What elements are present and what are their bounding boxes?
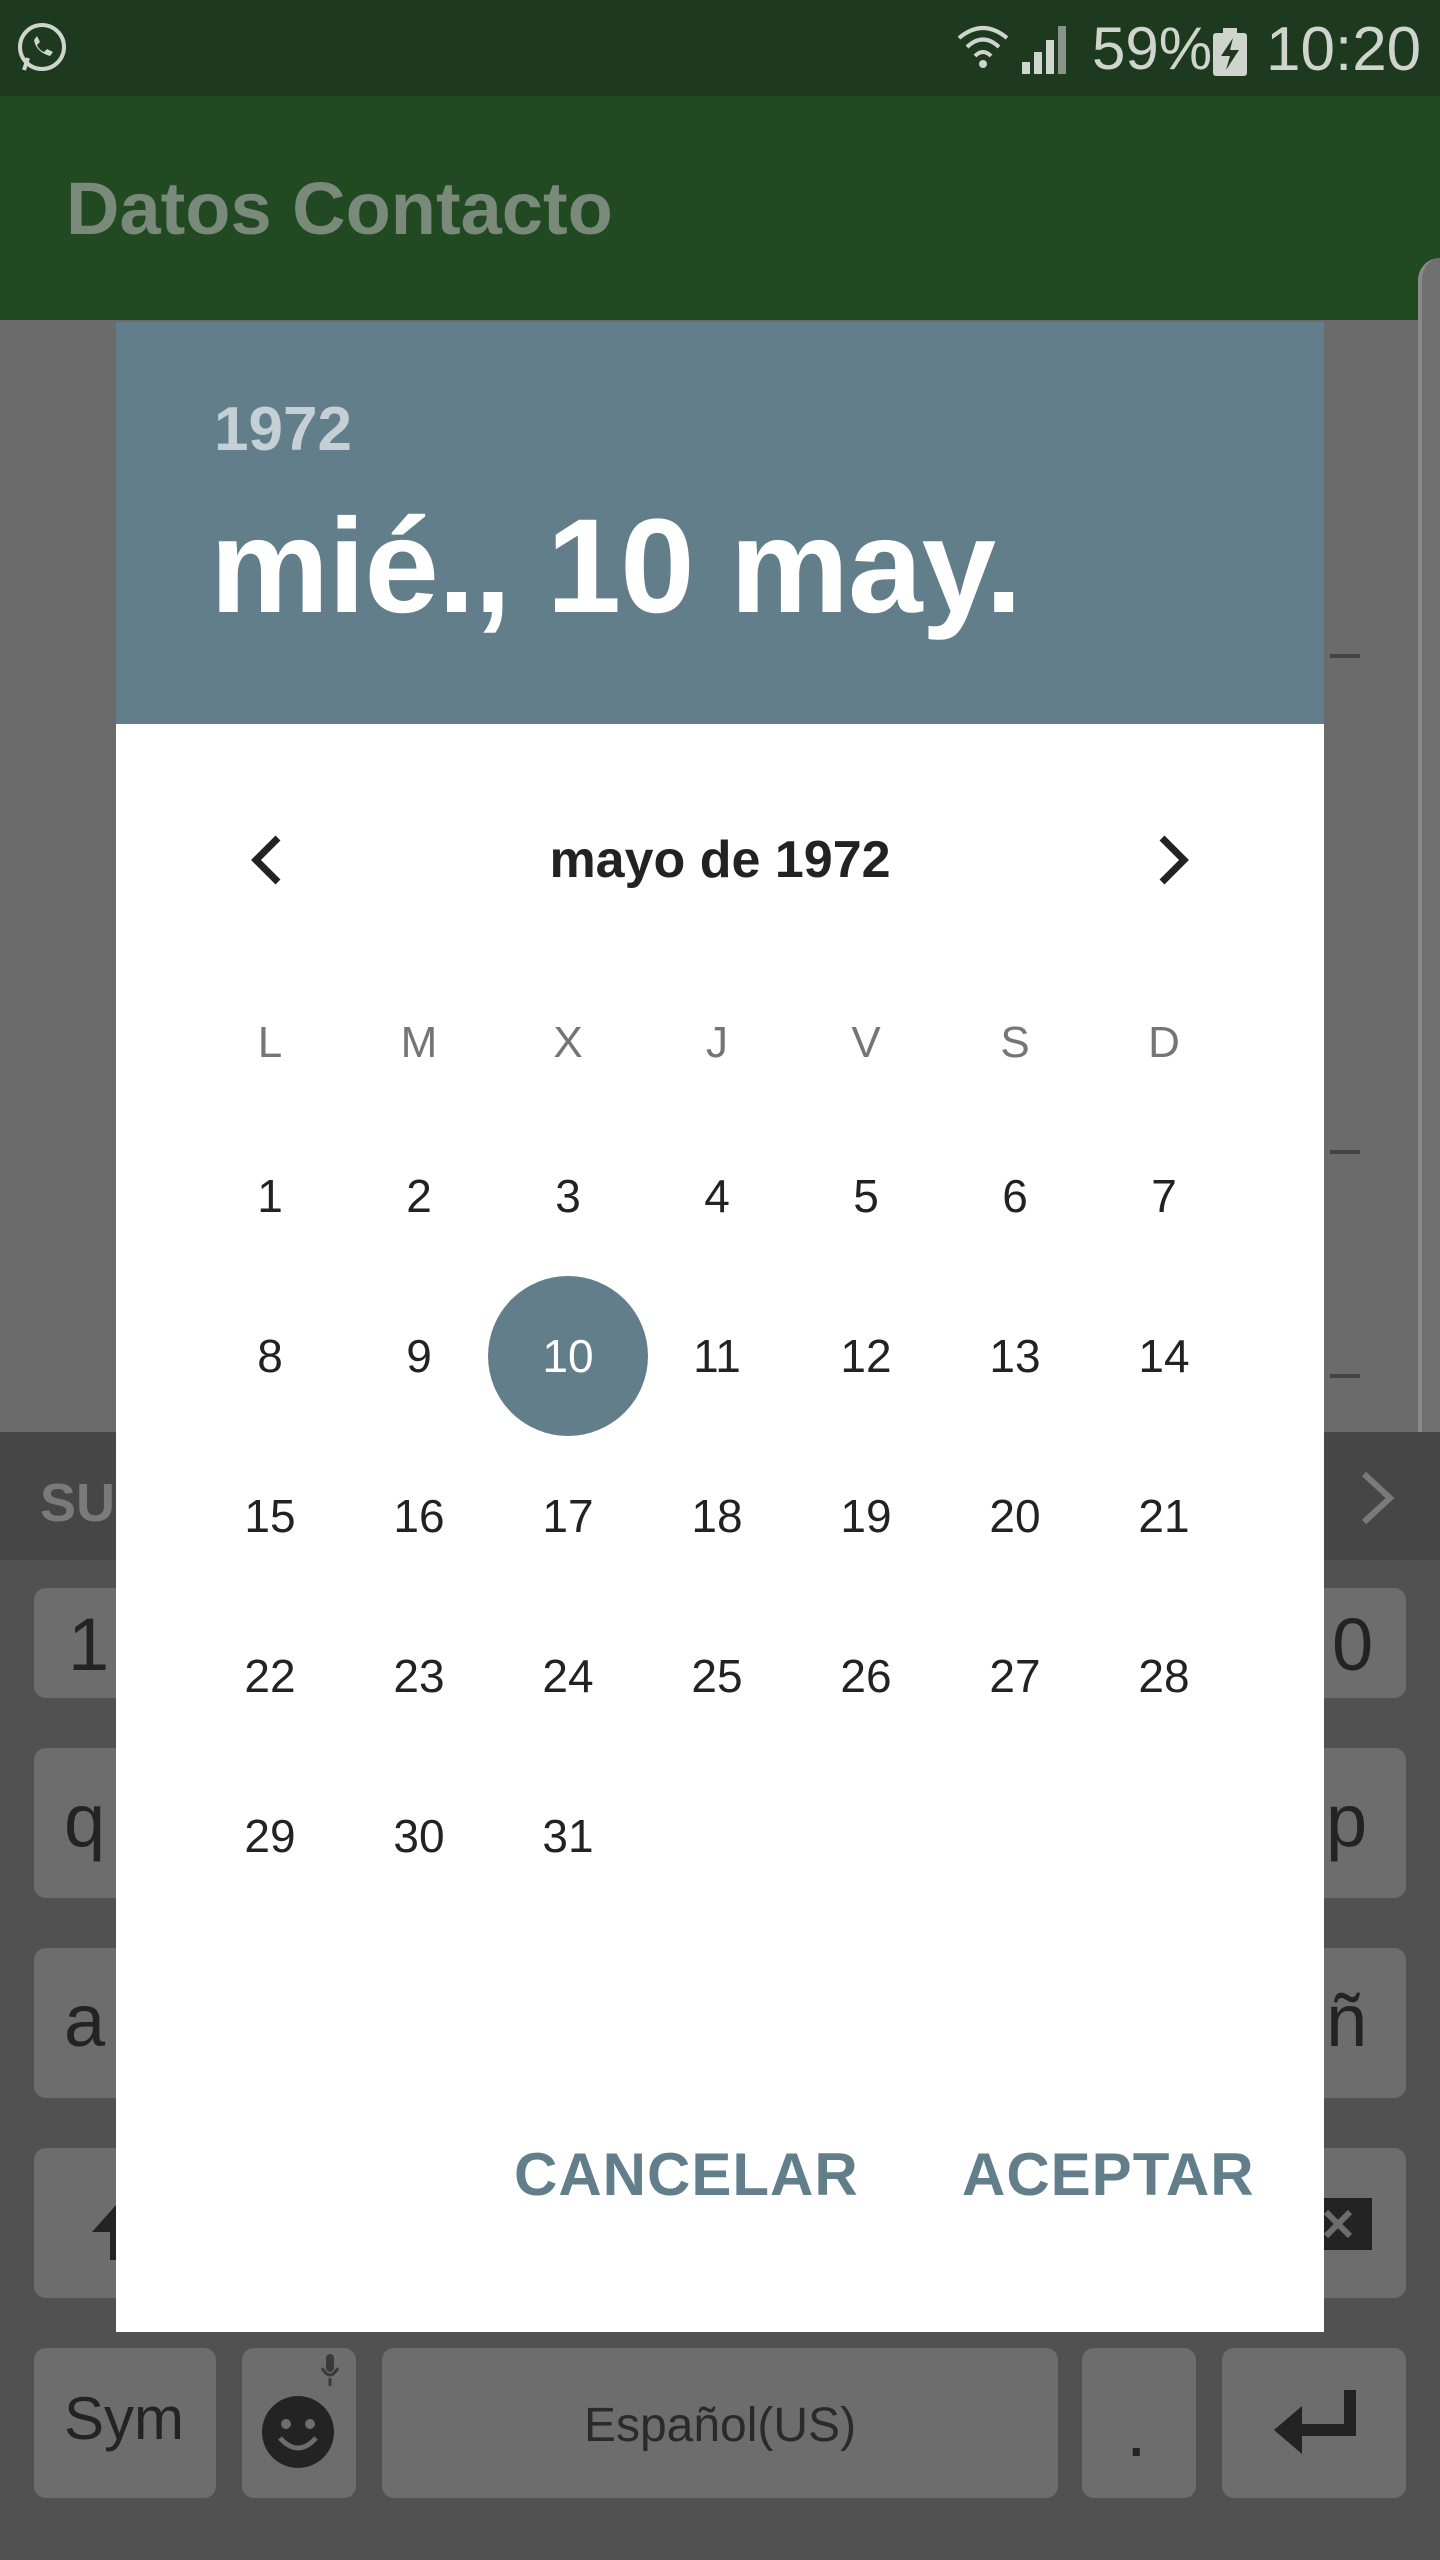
- weekday-label: L: [257, 1018, 283, 1067]
- app-bar: Datos Contacto: [0, 96, 1440, 320]
- date-picker-dialog: 1972 mié., 10 may. mayo de 1972 LMXJVSD …: [116, 322, 1324, 2332]
- calendar-day[interactable]: 7: [1104, 1136, 1224, 1256]
- calendar-day[interactable]: 22: [210, 1616, 330, 1736]
- weekday-label: M: [400, 1018, 438, 1067]
- period-key[interactable]: .: [1082, 2348, 1196, 2498]
- calendar-day-selected[interactable]: 10: [488, 1276, 648, 1436]
- next-month-icon[interactable]: [1140, 830, 1200, 890]
- wifi-icon: [957, 26, 1009, 68]
- calendar-day[interactable]: 3: [508, 1136, 628, 1256]
- calendar-day[interactable]: 12: [806, 1296, 926, 1416]
- chevron-right-icon[interactable]: [1356, 1468, 1400, 1528]
- calendar-day[interactable]: 21: [1104, 1456, 1224, 1576]
- calendar-day[interactable]: 28: [1104, 1616, 1224, 1736]
- calendar-day[interactable]: 26: [806, 1616, 926, 1736]
- calendar-day[interactable]: 29: [210, 1776, 330, 1896]
- status-bar: 59% 10:20: [0, 0, 1440, 96]
- weekday-label: S: [1000, 1018, 1030, 1067]
- date-picker-header: 1972 mié., 10 may.: [116, 322, 1324, 724]
- calendar-day[interactable]: 2: [359, 1136, 479, 1256]
- calendar-day[interactable]: 5: [806, 1136, 926, 1256]
- weekday-label: J: [706, 1018, 728, 1067]
- calendar-day[interactable]: 27: [955, 1616, 1075, 1736]
- calendar-day[interactable]: 17: [508, 1456, 628, 1576]
- selected-year[interactable]: 1972: [214, 394, 352, 465]
- selected-date[interactable]: mié., 10 may.: [210, 490, 1022, 643]
- cancel-button[interactable]: CANCELAR: [514, 2140, 859, 2209]
- weekday-label: X: [553, 1018, 583, 1067]
- whatsapp-icon: [18, 23, 66, 71]
- calendar-day[interactable]: 19: [806, 1456, 926, 1576]
- field-underline: [1330, 1374, 1360, 1378]
- calendar-day[interactable]: 14: [1104, 1296, 1224, 1416]
- weekday-label: V: [851, 1018, 881, 1067]
- calendar-day[interactable]: 31: [508, 1776, 628, 1896]
- enter-icon: [1274, 2390, 1356, 2454]
- emoji-key[interactable]: [242, 2348, 356, 2498]
- signal-icon: [1022, 26, 1066, 74]
- field-underline: [1330, 654, 1360, 658]
- weekday-label: D: [1148, 1018, 1180, 1067]
- calendar-day[interactable]: 25: [657, 1616, 777, 1736]
- microphone-icon: [320, 2354, 340, 2386]
- calendar-day[interactable]: 1: [210, 1136, 330, 1256]
- calendar-day[interactable]: 13: [955, 1296, 1075, 1416]
- emoji-icon: [262, 2396, 334, 2468]
- calendar-day[interactable]: 23: [359, 1616, 479, 1736]
- calendar-day[interactable]: 20: [955, 1456, 1075, 1576]
- clock: 10:20: [1266, 15, 1422, 84]
- calendar-day[interactable]: 16: [359, 1456, 479, 1576]
- field-underline: [1330, 1150, 1360, 1154]
- sym-key[interactable]: Sym: [34, 2348, 216, 2498]
- enter-key[interactable]: [1222, 2348, 1406, 2498]
- calendar-day[interactable]: 11: [657, 1296, 777, 1416]
- suggestion-text[interactable]: SU: [40, 1472, 115, 1534]
- calendar-day[interactable]: 30: [359, 1776, 479, 1896]
- calendar-day[interactable]: 15: [210, 1456, 330, 1576]
- calendar-day[interactable]: 8: [210, 1296, 330, 1416]
- battery-charging-icon: [1213, 28, 1247, 76]
- side-panel-edge: [1418, 258, 1440, 1518]
- app-title: Datos Contacto: [66, 167, 613, 250]
- calendar-day[interactable]: 4: [657, 1136, 777, 1256]
- calendar-day[interactable]: 9: [359, 1296, 479, 1416]
- calendar-day[interactable]: 18: [657, 1456, 777, 1576]
- calendar-day[interactable]: 24: [508, 1616, 628, 1736]
- accept-button[interactable]: ACEPTAR: [962, 2140, 1255, 2209]
- calendar-day[interactable]: 6: [955, 1136, 1075, 1256]
- space-key[interactable]: Español(US): [382, 2348, 1058, 2498]
- battery-percent: 59%: [1092, 15, 1213, 82]
